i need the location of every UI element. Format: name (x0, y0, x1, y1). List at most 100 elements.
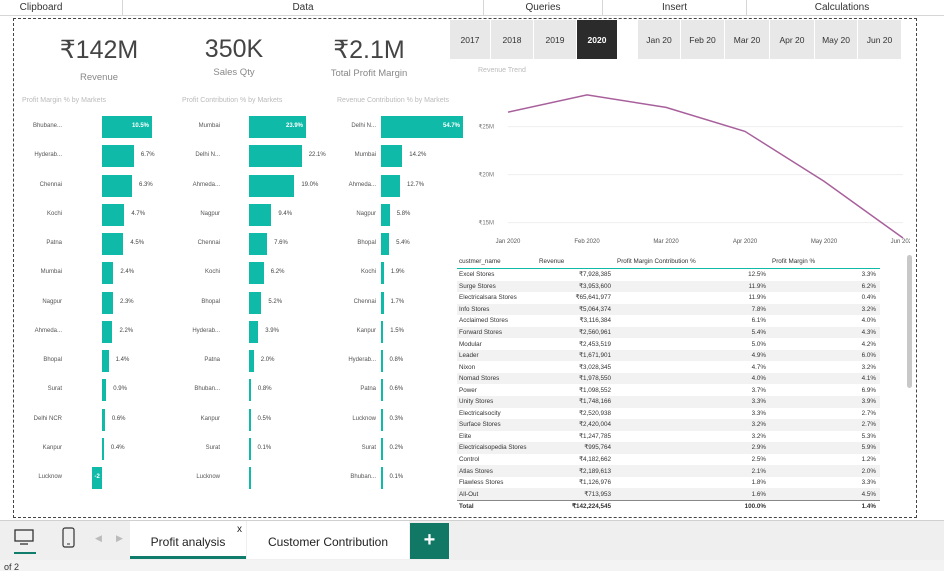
bar-mark[interactable] (381, 350, 383, 372)
table-cell: ₹2,453,519 (578, 340, 611, 348)
table-row[interactable]: Modular ₹2,453,519 5.0% 4.2% (457, 338, 880, 350)
table-row[interactable]: Electricalsara Stores ₹65,641,977 11.9% 0.4… (457, 292, 880, 304)
bar-mark[interactable] (249, 437, 251, 460)
desktop-view-icon[interactable] (14, 529, 34, 550)
table-row[interactable]: Unity Stores ₹1,748,166 3.3% 3.9% (457, 396, 880, 408)
bar-category-label: Bhuban... (194, 386, 220, 393)
bar-mark[interactable] (249, 174, 295, 197)
table-cell: ₹3,953,600 (578, 282, 611, 290)
revenue-trend-chart[interactable]: ₹25M ₹20M ₹15M Jan 2020 Feb 2020 Mar 2020 Apr … (470, 85, 910, 245)
bar-chart-title-0: Profit Margin % by Markets (22, 97, 107, 104)
table-row[interactable]: Power ₹1,098,552 3.7% 6.9% (457, 384, 880, 396)
table-row[interactable]: Electricalsocity ₹2,520,938 3.3% 2.7% (457, 408, 880, 420)
table-row[interactable]: Leader ₹1,671,901 4.9% 6.0% (457, 349, 880, 362)
bar-mark[interactable] (102, 233, 124, 255)
bar-category-label: Bhopal (357, 240, 376, 246)
bar-category-label: Delhi NCR (33, 415, 62, 422)
ribbon-group-data[interactable]: Data (123, 2, 483, 13)
month-slicer-apr[interactable]: Apr 20 (770, 20, 814, 59)
bar-mark[interactable] (102, 379, 107, 402)
bar-mark[interactable] (381, 145, 403, 168)
bar-mark[interactable] (381, 437, 383, 460)
bar-mark[interactable] (249, 350, 254, 372)
ribbon-group-queries[interactable]: Queries (484, 2, 602, 13)
bar-category-label: Lucknow (196, 474, 220, 480)
year-slicer-2020[interactable]: 2020 (577, 20, 617, 59)
bar-mark[interactable] (249, 467, 251, 489)
year-slicer-2019[interactable]: 2019 (534, 20, 576, 59)
table-row[interactable]: Control ₹4,182,662 2.5% 1.2% (457, 454, 880, 466)
close-tab-icon[interactable]: x (237, 524, 242, 535)
bar-mark[interactable] (381, 233, 390, 255)
bar-value-label: 6.3% (139, 181, 153, 188)
bar-mark[interactable] (381, 467, 383, 489)
bar-mark[interactable] (102, 291, 113, 314)
bar-category-label: Hyderab... (34, 152, 62, 159)
table-row[interactable]: Forward Stores ₹2,560,961 5.4% 4.3% (457, 326, 880, 339)
table-row[interactable]: Flawless Stores ₹1,126,976 1.8% 3.3% (457, 477, 880, 489)
col-header-profit-margin[interactable]: Profit Margin % (770, 258, 880, 265)
month-slicer-feb[interactable]: Feb 20 (681, 20, 724, 59)
bar-mark[interactable] (102, 203, 125, 226)
tab-scroll-left-icon[interactable]: ◀ (95, 533, 102, 544)
bar-mark[interactable] (102, 262, 114, 285)
table-row[interactable]: Nixon ₹3,028,345 4.7% 3.2% (457, 361, 880, 373)
tab-customer-contribution[interactable]: Customer Contribution (247, 521, 409, 559)
bar-mark[interactable] (381, 291, 384, 314)
table-row[interactable]: Surface Stores ₹2,420,004 3.2% 2.7% (457, 419, 880, 431)
bar-mark[interactable] (102, 174, 132, 197)
bar-mark[interactable] (381, 379, 383, 402)
bar-mark[interactable] (381, 320, 384, 343)
month-slicer-may[interactable]: May 20 (815, 20, 857, 59)
bar-mark[interactable] (102, 350, 109, 372)
table-row[interactable]: All-Out ₹713,953 1.6% 4.5% (457, 488, 880, 500)
bar-mark[interactable] (249, 233, 268, 255)
table-cell: 4.7% (751, 363, 766, 371)
bar-mark[interactable] (381, 262, 384, 285)
table-scrollbar[interactable] (907, 255, 912, 388)
bar-mark[interactable] (249, 145, 302, 168)
add-page-button[interactable]: + (410, 523, 449, 559)
revenue-trend-line[interactable] (507, 94, 904, 239)
month-slicer-mar[interactable]: Mar 20 (725, 20, 769, 59)
bar-mark[interactable] (249, 408, 251, 431)
table-row[interactable]: Elite ₹1,247,785 3.2% 5.3% (457, 431, 880, 443)
table-row[interactable]: Info Stores ₹5,064,374 7.8% 3.2% (457, 303, 880, 316)
col-header-profit-contribution[interactable]: Profit Margin Contribution % (615, 258, 770, 265)
mobile-view-icon[interactable] (62, 527, 76, 554)
bar-mark[interactable] (249, 262, 264, 285)
table-row[interactable]: Acclaimed Stores ₹3,116,384 6.1% 4.0% (457, 315, 880, 327)
col-header-customer[interactable]: custmer_name (457, 258, 537, 265)
month-slicer-jan[interactable]: Jan 20 (638, 20, 680, 59)
table-row[interactable]: Electricalsopedia Stores ₹995,764 2.9% 5.9% (457, 442, 880, 454)
bar-mark[interactable] (102, 145, 134, 168)
tab-profit-analysis[interactable]: Profit analysis x (130, 521, 246, 559)
table-row[interactable]: Nomad Stores ₹1,978,550 4.0% 4.1% (457, 372, 880, 385)
bar-mark[interactable] (381, 203, 390, 226)
table-cell: Power (459, 386, 477, 394)
bar-value-label: 10.5% (131, 123, 149, 129)
table-row[interactable]: Excel Stores ₹7,928,385 12.5% 3.3% (457, 269, 880, 281)
bar-value-label: 0.2% (389, 444, 404, 451)
table-row[interactable]: Atlas Stores ₹2,189,613 2.1% 2.0% (457, 465, 880, 477)
tab-scroll-right-icon[interactable]: ▶ (116, 533, 123, 544)
bar-mark[interactable] (381, 408, 383, 431)
col-header-revenue[interactable]: Revenue (537, 258, 615, 265)
table-cell: 2.7% (861, 409, 876, 417)
month-slicer-jun[interactable]: Jun 20 (858, 20, 901, 59)
ribbon-group-clipboard[interactable]: Clipboard (0, 2, 82, 13)
ribbon-group-calculations[interactable]: Calculations (747, 2, 937, 13)
customer-table[interactable]: custmer_name Revenue Profit Margin Contr… (457, 255, 880, 511)
bar-mark[interactable] (249, 320, 259, 343)
bar-mark[interactable] (102, 437, 104, 460)
bar-mark[interactable] (249, 203, 272, 226)
bar-mark[interactable] (381, 174, 401, 197)
bar-mark[interactable] (249, 291, 262, 314)
bar-mark[interactable] (102, 320, 113, 343)
bar-mark[interactable] (102, 408, 105, 431)
year-slicer-2018[interactable]: 2018 (491, 20, 533, 59)
year-slicer-2017[interactable]: 2017 (450, 20, 490, 59)
table-row[interactable]: Surge Stores ₹3,953,600 11.9% 6.2% (457, 280, 880, 293)
ribbon-group-insert[interactable]: Insert (603, 2, 746, 13)
bar-mark[interactable] (249, 379, 251, 402)
